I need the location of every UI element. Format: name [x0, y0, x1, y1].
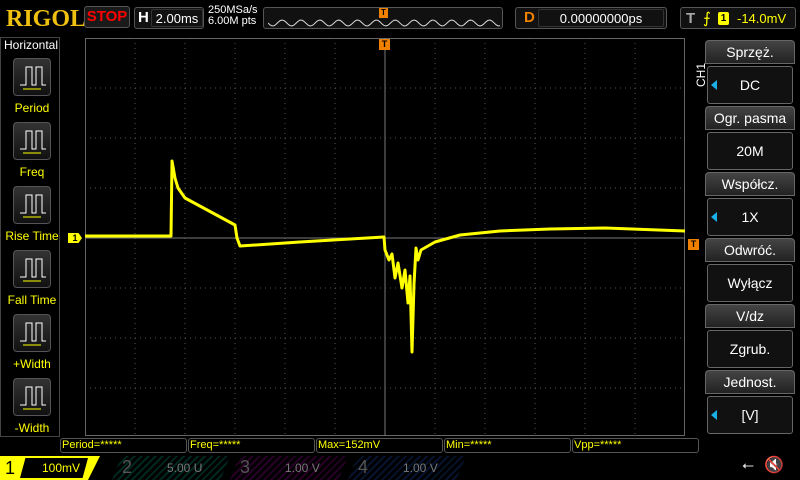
- softkey-5[interactable]: V/dz Zgrub.: [705, 304, 795, 368]
- rise-time-icon[interactable]: [13, 186, 51, 224]
- softkey-value: 1X: [741, 209, 759, 225]
- rigol-logo: RIGOL: [6, 6, 87, 32]
- positive-width-icon[interactable]: [13, 314, 51, 352]
- measure-menu-title: Horizontal: [3, 38, 59, 52]
- negative-width-icon[interactable]: [13, 378, 51, 416]
- softkey-6[interactable]: Jednost. [V]: [705, 370, 795, 434]
- ch3-scale-box[interactable]: 3 1.00 V: [230, 456, 348, 480]
- trigger-source: 1: [718, 12, 729, 25]
- ch4-scale: 1.00 V: [403, 461, 438, 475]
- measure-item-label: Fall Time: [7, 293, 57, 307]
- measurement-readout[interactable]: Freq=*****: [188, 438, 315, 453]
- measure-menu: Horizontal Period Freq Rise Time Fall Time +…: [0, 37, 60, 437]
- softkey-value-box[interactable]: 20M: [707, 132, 793, 170]
- ch1-scale-box[interactable]: 1 100mV: [0, 456, 100, 480]
- measure-item-label: Rise Time: [5, 229, 59, 243]
- measure-item-label: Period: [14, 101, 50, 115]
- trigger-level-marker[interactable]: T: [688, 239, 699, 250]
- softkey-title: Ogr. pasma: [705, 106, 795, 130]
- trigger-box[interactable]: T ⨍ 1 -14.0mV: [680, 7, 796, 29]
- timebase-box[interactable]: H 2.00ms: [134, 7, 204, 29]
- softkey-value-box[interactable]: Wyłącz: [707, 264, 793, 302]
- measurement-readout[interactable]: Period=*****: [60, 438, 187, 453]
- timebase-value: 2.00ms: [151, 9, 203, 27]
- trigger-time-marker[interactable]: T: [379, 39, 390, 50]
- selector-arrow-icon: [711, 410, 717, 420]
- ch1-number: 1: [5, 458, 16, 478]
- ch1-offset-marker[interactable]: 1: [68, 233, 82, 243]
- usb-icon: ⭠: [742, 457, 755, 474]
- selector-arrow-icon: [711, 212, 717, 222]
- ch3-scale: 1.00 V: [285, 461, 320, 475]
- measurement-readout[interactable]: Vpp=*****: [572, 438, 699, 453]
- softkey-3[interactable]: Współcz. 1X: [705, 172, 795, 236]
- delay-box[interactable]: D 0.00000000ps: [515, 7, 667, 29]
- t-label: T: [686, 10, 696, 27]
- softkey-value: [V]: [741, 407, 759, 423]
- measurement-readout[interactable]: Max=152mV: [316, 438, 443, 453]
- acquisition-info: 250MSa/s 6.00M pts: [208, 5, 258, 27]
- softkey-value: DC: [739, 77, 761, 93]
- measure-item-label: -Width: [14, 421, 50, 435]
- softkey-value: 20M: [736, 143, 764, 159]
- memory-overview[interactable]: T: [263, 7, 503, 29]
- ch4-scale-box[interactable]: 4 1.00 V: [348, 456, 466, 480]
- waveform-display[interactable]: [85, 38, 685, 436]
- softkey-value-box[interactable]: DC: [707, 66, 793, 104]
- h-label: H: [138, 9, 149, 26]
- softkey-title: V/dz: [705, 304, 795, 328]
- memory-depth: 6.00M pts: [208, 15, 257, 27]
- softkey-4[interactable]: Odwróć. Wyłącz: [705, 238, 795, 302]
- ch1-scale: 100mV: [20, 458, 88, 478]
- softkey-2[interactable]: Ogr. pasma 20M: [705, 106, 795, 170]
- frequency-icon[interactable]: [13, 122, 51, 160]
- softkey-title: Sprzęż.: [705, 40, 795, 64]
- run-stop-button[interactable]: STOP: [84, 6, 130, 28]
- softkey-value: Zgrub.: [729, 341, 771, 357]
- ch2-scale-box[interactable]: 2 5.00 U: [112, 456, 230, 480]
- fall-time-icon[interactable]: [13, 250, 51, 288]
- rising-edge-icon: ⨍: [703, 10, 711, 27]
- softkey-value-box[interactable]: 1X: [707, 198, 793, 236]
- measure-item-label: Freq: [19, 165, 45, 179]
- speaker-muted-icon: 🔇: [764, 457, 784, 474]
- softkey-value: Wyłącz: [727, 275, 773, 291]
- measurement-readout[interactable]: Min=*****: [444, 438, 571, 453]
- softkey-value-box[interactable]: [V]: [707, 396, 793, 434]
- trigger-level: -14.0mV: [737, 11, 787, 26]
- memory-waveform-icon: [268, 19, 500, 27]
- softkey-1[interactable]: Sprzęż. DC: [705, 40, 795, 104]
- period-icon[interactable]: [13, 58, 51, 96]
- delay-value: 0.00000000ps: [538, 9, 664, 27]
- selector-arrow-icon: [711, 80, 717, 90]
- ch3-number: 3: [240, 457, 251, 477]
- ch4-number: 4: [358, 457, 369, 477]
- softkey-value-box[interactable]: Zgrub.: [707, 330, 793, 368]
- softkey-title: Jednost.: [705, 370, 795, 394]
- softkey-title: Odwróć.: [705, 238, 795, 262]
- ch2-number: 2: [122, 457, 133, 477]
- softkey-title: Współcz.: [705, 172, 795, 196]
- d-label: D: [524, 9, 535, 26]
- ch2-scale: 5.00 U: [167, 461, 203, 475]
- measure-item-label: +Width: [13, 357, 51, 371]
- trigger-position-marker: T: [379, 8, 388, 18]
